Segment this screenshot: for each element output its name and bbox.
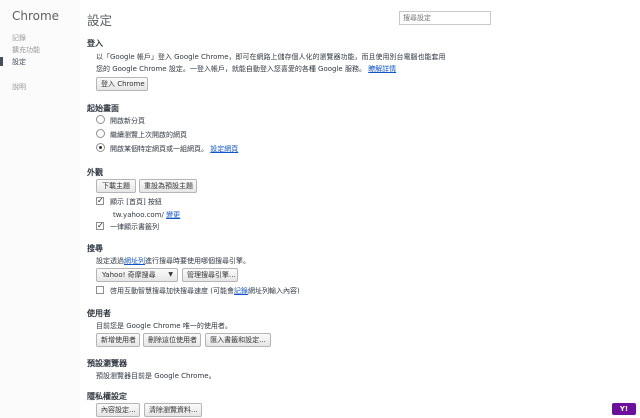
instant-prefix: 啓用互動智慧搜尋加快搜尋速度 (可能會: [110, 287, 234, 295]
appearance-heading: 外觀: [87, 168, 103, 177]
instant-log-link[interactable]: 記錄: [234, 287, 248, 295]
sidebar: Chrome 記錄 擴充功能 設定 說明: [0, 0, 80, 418]
signin-desc-line1: 以「Google 帳戶」登入 Google Chrome，即可在網路上儲存個人化…: [96, 53, 446, 61]
search-desc-prefix: 設定透過: [96, 257, 124, 265]
search-engine-select[interactable]: Yahoo! 奇摩搜尋 ▼: [96, 268, 178, 282]
sidebar-item-extensions[interactable]: 擴充功能: [12, 45, 40, 55]
signin-chrome-button[interactable]: 登入 Chrome: [96, 77, 148, 91]
bookmarks-bar-checkbox[interactable]: ✓: [96, 222, 104, 230]
search-desc: 設定透過網址列進行搜尋時要使用哪個搜尋引擎。: [96, 256, 250, 266]
sidebar-item-help[interactable]: 說明: [12, 82, 26, 92]
default-browser-desc: 預設瀏覽器目前是 Google Chrome。: [96, 372, 216, 380]
delete-user-button[interactable]: 刪除這位使用者: [143, 333, 201, 347]
content-settings-button[interactable]: 內容設定...: [96, 403, 140, 417]
page-title: 設定: [87, 13, 113, 28]
search-engine-value: Yahoo! 奇摩搜尋: [102, 271, 156, 279]
manage-search-engines-button[interactable]: 管理搜尋引擎...: [182, 268, 238, 282]
home-url-text: tw.yahoo.com/: [113, 211, 164, 219]
dropdown-arrow-icon: ▼: [168, 271, 173, 278]
signin-heading: 登入: [87, 39, 103, 48]
privacy-heading: 隱私權設定: [87, 392, 127, 401]
bookmarks-bar-label: 一律顯示書籤列: [110, 223, 159, 231]
show-home-checkbox[interactable]: ✓: [96, 197, 104, 205]
sidebar-item-settings[interactable]: 設定: [12, 57, 26, 67]
selected-indicator: [0, 57, 3, 66]
startup-continue-radio[interactable]: [96, 129, 105, 138]
clear-browsing-data-button[interactable]: 清除瀏覽資料...: [144, 403, 202, 417]
startup-option-label: 開啟新分頁: [110, 117, 145, 125]
startup-option-row: 開啟某個特定網頁或一組網頁。 設定網頁: [110, 144, 238, 154]
startup-specific-pages-radio[interactable]: [96, 143, 105, 152]
startup-option-label: 開啟某個特定網頁或一組網頁。: [110, 145, 208, 153]
signin-desc-line2: 您的 Google Chrome 設定。一登入帳戶，就能自動登入您喜愛的各種 G…: [96, 64, 396, 74]
default-browser-heading: 預設瀏覽器: [87, 359, 127, 368]
instant-search-label: 啓用互動智慧搜尋加快搜尋速度 (可能會記錄網址列輸入內容): [110, 286, 300, 296]
import-bookmarks-button[interactable]: 匯入書籤和設定...: [205, 333, 271, 347]
learn-more-link[interactable]: 瞭解詳情: [368, 65, 396, 73]
startup-heading: 起始畫面: [87, 104, 119, 113]
users-desc: 目前您是 Google Chrome 唯一的使用者。: [96, 322, 232, 330]
home-url-row: tw.yahoo.com/ 變更: [113, 210, 180, 220]
instant-suffix: 網址列輸入內容): [247, 287, 300, 295]
reset-theme-button[interactable]: 重設為預設主題: [139, 179, 197, 193]
startup-option-label: 繼續瀏覽上次開啟的網頁: [110, 131, 187, 139]
show-home-label: 顯示 [首頁] 按鈕: [110, 198, 162, 206]
get-themes-button[interactable]: 下載主題: [96, 179, 136, 193]
omnibox-link[interactable]: 網址列: [124, 257, 145, 265]
users-heading: 使用者: [87, 309, 111, 318]
search-heading: 搜尋: [87, 244, 103, 253]
search-settings-input[interactable]: [399, 11, 491, 25]
search-desc-suffix: 進行搜尋時要使用哪個搜尋引擎。: [145, 257, 250, 265]
change-home-link[interactable]: 變更: [166, 211, 180, 219]
sidebar-item-history[interactable]: 記錄: [12, 33, 26, 43]
yahoo-watermark-logo: Y!: [612, 403, 636, 415]
startup-new-tab-radio[interactable]: [96, 115, 105, 124]
signin-desc-text: 您的 Google Chrome 設定。一登入帳戶，就能自動登入您喜愛的各種 G…: [96, 65, 366, 73]
set-pages-link[interactable]: 設定網頁: [210, 145, 238, 153]
chrome-brand-title: Chrome: [12, 9, 60, 23]
instant-search-checkbox[interactable]: [96, 286, 104, 294]
add-user-button[interactable]: 新增使用者: [96, 333, 140, 347]
